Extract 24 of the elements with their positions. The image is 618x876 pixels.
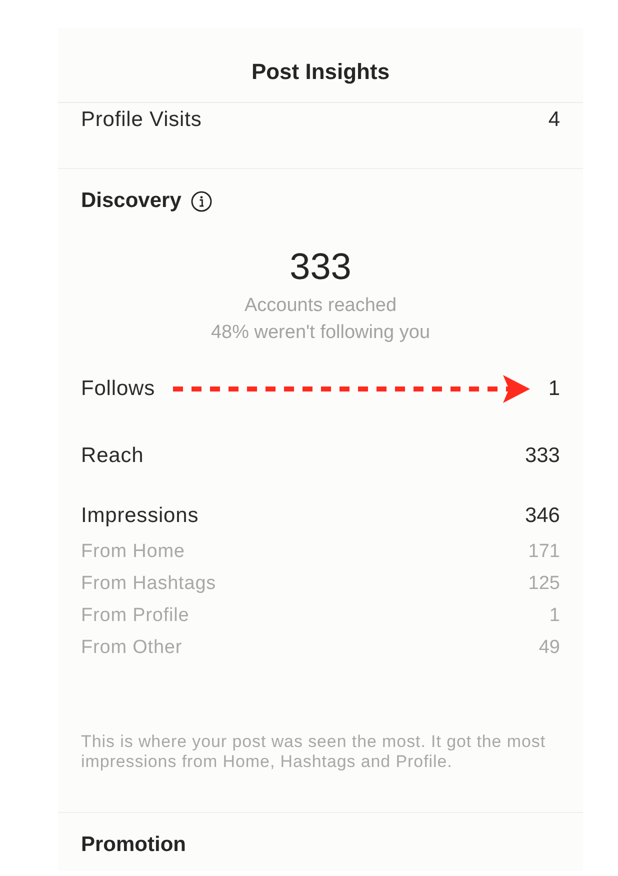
accounts-reached-count: 333 [290, 245, 352, 289]
breakdown-value: 1 [549, 604, 560, 628]
breakdown-label: From Hashtags [81, 572, 216, 596]
metric-value: 4 [548, 107, 560, 133]
metric-label: Follows [81, 376, 155, 402]
info-icon[interactable] [191, 190, 212, 212]
breakdown-label: From Other [81, 636, 182, 660]
metric-label: Profile Visits [81, 107, 202, 133]
metric-label: Reach [81, 443, 144, 469]
breakdown-label: From Home [81, 540, 185, 564]
metric-value: 1 [548, 376, 560, 402]
breakdown-value: 171 [528, 540, 560, 564]
section-title: Discovery [81, 188, 182, 214]
metric-label: Impressions [81, 503, 199, 529]
breakdown-value: 49 [538, 636, 560, 660]
metric-value: 333 [524, 443, 560, 469]
section-title: Promotion [81, 832, 186, 858]
breakdown-label: From Profile [81, 604, 190, 628]
summary-sublabel: 48% weren't following you [210, 321, 430, 345]
note-text: This is where your post was seen the most. It got the most impressions from Home, Hashtags and Profile. [81, 732, 547, 772]
metric-value: 346 [524, 503, 560, 529]
summary-label: Accounts reached [244, 294, 397, 318]
page-title: Post Insights [251, 58, 390, 86]
breakdown-value: 125 [528, 572, 560, 596]
